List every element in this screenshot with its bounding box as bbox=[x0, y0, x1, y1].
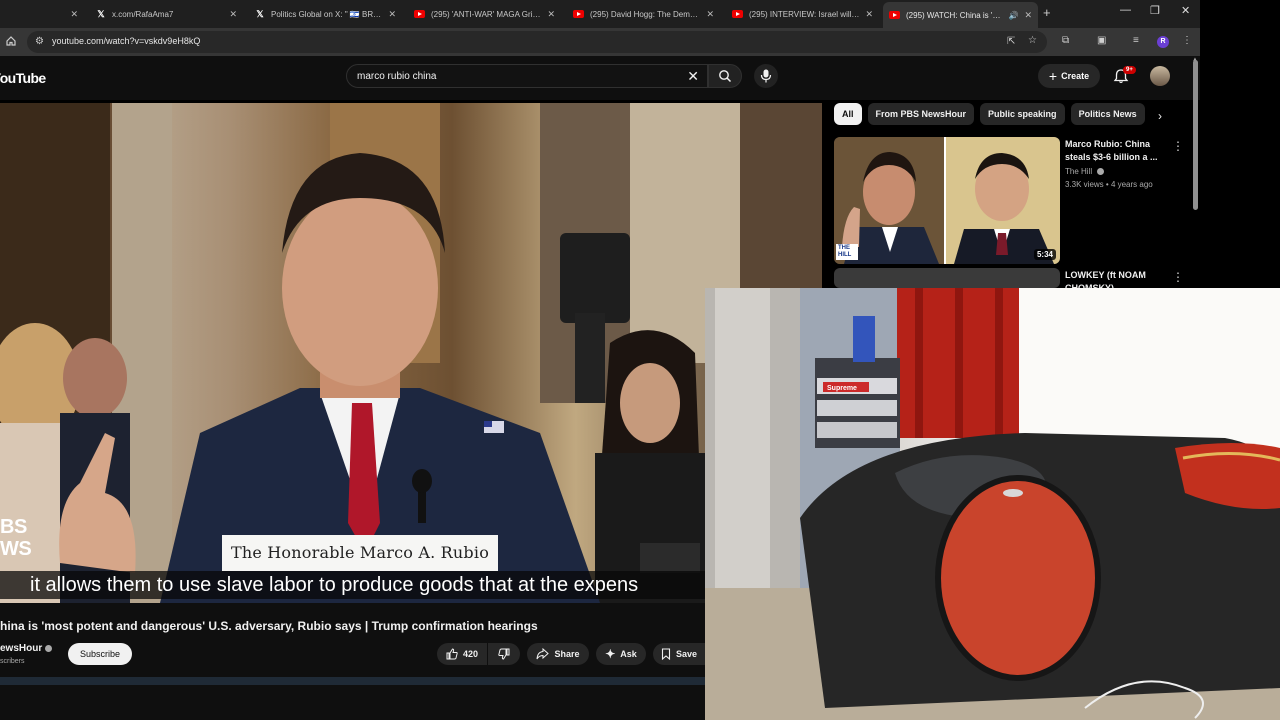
youtube-icon bbox=[889, 11, 900, 19]
video-thumbnail[interactable] bbox=[834, 268, 1060, 288]
browser-tab-2[interactable]: 𝕏 Politics Global on X: " 🇮🇱 BRE… ✕ bbox=[249, 2, 402, 26]
close-icon[interactable]: ✕ bbox=[547, 9, 555, 20]
close-icon[interactable]: ✕ bbox=[388, 9, 396, 20]
browser-tab-4[interactable]: (295) David Hogg: The Democ… ✕ bbox=[567, 2, 720, 26]
verified-badge-icon bbox=[45, 644, 53, 652]
video-thumbnail[interactable]: THE HILL 5:34 bbox=[834, 137, 1060, 264]
thumbs-up-icon bbox=[446, 648, 458, 660]
recommendation-item[interactable]: LOWKEY (ft NOAM CHOMSKY) ⋮ bbox=[834, 268, 1194, 293]
more-options-icon[interactable]: ⋮ bbox=[1172, 270, 1184, 284]
home-icon[interactable] bbox=[5, 35, 17, 47]
browser-tab-0[interactable]: ✕ bbox=[0, 2, 84, 26]
youtube-logo[interactable]: YouTube bbox=[0, 70, 46, 86]
account-avatar[interactable] bbox=[1150, 66, 1170, 86]
lower-third-name-card: The Honorable Marco A. Rubio bbox=[222, 535, 498, 571]
x-logo-icon: 𝕏 bbox=[97, 8, 105, 19]
address-bar[interactable]: ⚙ youtube.com/watch?v=vskdv9eH8kQ ⇱ ☆ bbox=[27, 31, 1047, 53]
clear-search-icon[interactable]: ✕ bbox=[687, 68, 699, 85]
bookmark-icon bbox=[661, 648, 671, 660]
close-icon[interactable]: ✕ bbox=[706, 9, 714, 20]
webcam-scene: Supreme bbox=[705, 288, 1280, 720]
chip-from-pbs-newshour[interactable]: From PBS NewsHour bbox=[867, 103, 975, 125]
chip-all[interactable]: All bbox=[834, 103, 862, 125]
video-duration: 5:34 bbox=[1033, 249, 1056, 260]
browser-tab-bar: ✕ 𝕏 x.com/RafaAma7 ✕ 𝕏 Politics Global o… bbox=[0, 0, 1200, 28]
pbs-newshour-bug: BS WS bbox=[0, 516, 32, 560]
notification-badge: 9+ bbox=[1123, 66, 1136, 74]
media-controls-icon[interactable]: ≡ bbox=[1133, 35, 1139, 46]
video-title: hina is 'most potent and dangerous' U.S.… bbox=[0, 619, 538, 633]
video-metadata: hina is 'most potent and dangerous' U.S.… bbox=[0, 603, 822, 720]
split-view-icon[interactable]: ▣ bbox=[1097, 35, 1106, 46]
kebab-menu-icon[interactable]: ⋮ bbox=[1182, 35, 1192, 46]
close-icon[interactable]: ✕ bbox=[1024, 10, 1032, 21]
browser-tab-5[interactable]: (295) INTERVIEW: Israel will ac… ✕ bbox=[726, 2, 879, 26]
browser-tab-3[interactable]: (295) 'ANTI-WAR' MAGA Grifte… ✕ bbox=[408, 2, 561, 26]
recommendation-item[interactable]: THE HILL 5:34 Marco Rubio: China steals … bbox=[834, 137, 1194, 267]
search-icon bbox=[719, 70, 732, 83]
speaker-icon[interactable]: 🔊 bbox=[1008, 11, 1018, 20]
new-tab-button[interactable]: + bbox=[1043, 5, 1051, 20]
recommendation-title[interactable]: Marco Rubio: China steals $3-6 billion a… bbox=[1065, 138, 1165, 164]
share-button[interactable]: Share bbox=[527, 643, 589, 665]
filter-chips: All From PBS NewsHour Public speaking Po… bbox=[834, 103, 1145, 125]
browser-toolbar: ⚙ youtube.com/watch?v=vskdv9eH8kQ ⇱ ☆ ⧉ … bbox=[0, 28, 1200, 56]
like-button[interactable]: 420 bbox=[437, 643, 487, 665]
ask-button[interactable]: ✦ Ask bbox=[596, 643, 646, 665]
dislike-button[interactable] bbox=[488, 643, 520, 665]
box-label: Supreme bbox=[827, 385, 857, 392]
youtube-header: YouTube marco rubio china ✕ + Create 9+ bbox=[0, 56, 1200, 100]
close-icon[interactable]: ✕ bbox=[229, 9, 237, 20]
subscribe-button[interactable]: Subscribe bbox=[68, 643, 132, 665]
x-logo-icon: 𝕏 bbox=[256, 8, 264, 19]
minimize-icon[interactable]: — bbox=[1120, 4, 1131, 16]
bookmark-star-icon[interactable]: ☆ bbox=[1028, 35, 1037, 46]
chip-public-speaking[interactable]: Public speaking bbox=[980, 103, 1065, 125]
youtube-icon bbox=[732, 10, 743, 18]
chip-politics-news[interactable]: Politics News bbox=[1070, 103, 1145, 125]
page-divider-bar bbox=[0, 677, 705, 685]
video-player[interactable]: BS WS The Honorable Marco A. Rubio it all… bbox=[0, 103, 822, 603]
more-options-icon[interactable]: ⋮ bbox=[1172, 139, 1184, 153]
youtube-icon bbox=[573, 10, 584, 18]
close-icon[interactable]: ✕ bbox=[865, 9, 873, 20]
browser-tab-1[interactable]: 𝕏 x.com/RafaAma7 ✕ bbox=[90, 2, 243, 26]
scrollbar-thumb[interactable] bbox=[1193, 60, 1198, 210]
search-input[interactable]: marco rubio china bbox=[357, 71, 436, 82]
extensions-icon[interactable]: ⧉ bbox=[1062, 35, 1069, 46]
youtube-icon bbox=[414, 10, 425, 18]
chevron-right-icon[interactable]: › bbox=[1158, 109, 1162, 123]
search-box[interactable]: marco rubio china ✕ bbox=[346, 64, 708, 88]
window-close-icon[interactable]: ✕ bbox=[1181, 4, 1190, 17]
recommendation-channel[interactable]: The Hill bbox=[1065, 167, 1105, 176]
verified-badge-icon bbox=[1097, 168, 1105, 176]
channel-logo-overlay: THE HILL bbox=[836, 244, 858, 260]
thumbs-down-icon bbox=[498, 648, 510, 660]
subscriber-count: scribers bbox=[0, 658, 25, 665]
video-frame-illustration bbox=[0, 103, 822, 603]
microphone-icon bbox=[760, 69, 772, 83]
recommendation-stats: 3.3K views • 4 years ago bbox=[1065, 180, 1153, 189]
search-button[interactable] bbox=[708, 64, 742, 88]
voice-search-button[interactable] bbox=[754, 64, 778, 88]
url-text[interactable]: youtube.com/watch?v=vskdv9eH8kQ bbox=[52, 36, 200, 46]
maximize-icon[interactable]: ❐ bbox=[1150, 4, 1160, 17]
thumbnail-image bbox=[834, 137, 1060, 264]
site-info-icon[interactable]: ⚙ bbox=[35, 36, 44, 47]
install-app-icon[interactable]: ⇱ bbox=[1007, 36, 1015, 47]
browser-tab-active[interactable]: (295) WATCH: China is 'mo… 🔊 ✕ bbox=[883, 2, 1038, 28]
browser-profile-avatar[interactable]: R bbox=[1157, 36, 1169, 48]
plus-icon: + bbox=[1048, 68, 1058, 84]
share-icon bbox=[536, 648, 550, 660]
close-icon[interactable]: ✕ bbox=[70, 9, 78, 20]
webcam-overlay: Supreme bbox=[705, 288, 1280, 720]
channel-name[interactable]: ewsHour bbox=[0, 643, 53, 654]
save-button[interactable]: Save bbox=[653, 643, 705, 665]
sparkle-icon: ✦ bbox=[605, 647, 616, 661]
create-button[interactable]: + Create bbox=[1038, 64, 1100, 88]
closed-caption-text: it allows them to use slave labor to pro… bbox=[0, 571, 705, 599]
